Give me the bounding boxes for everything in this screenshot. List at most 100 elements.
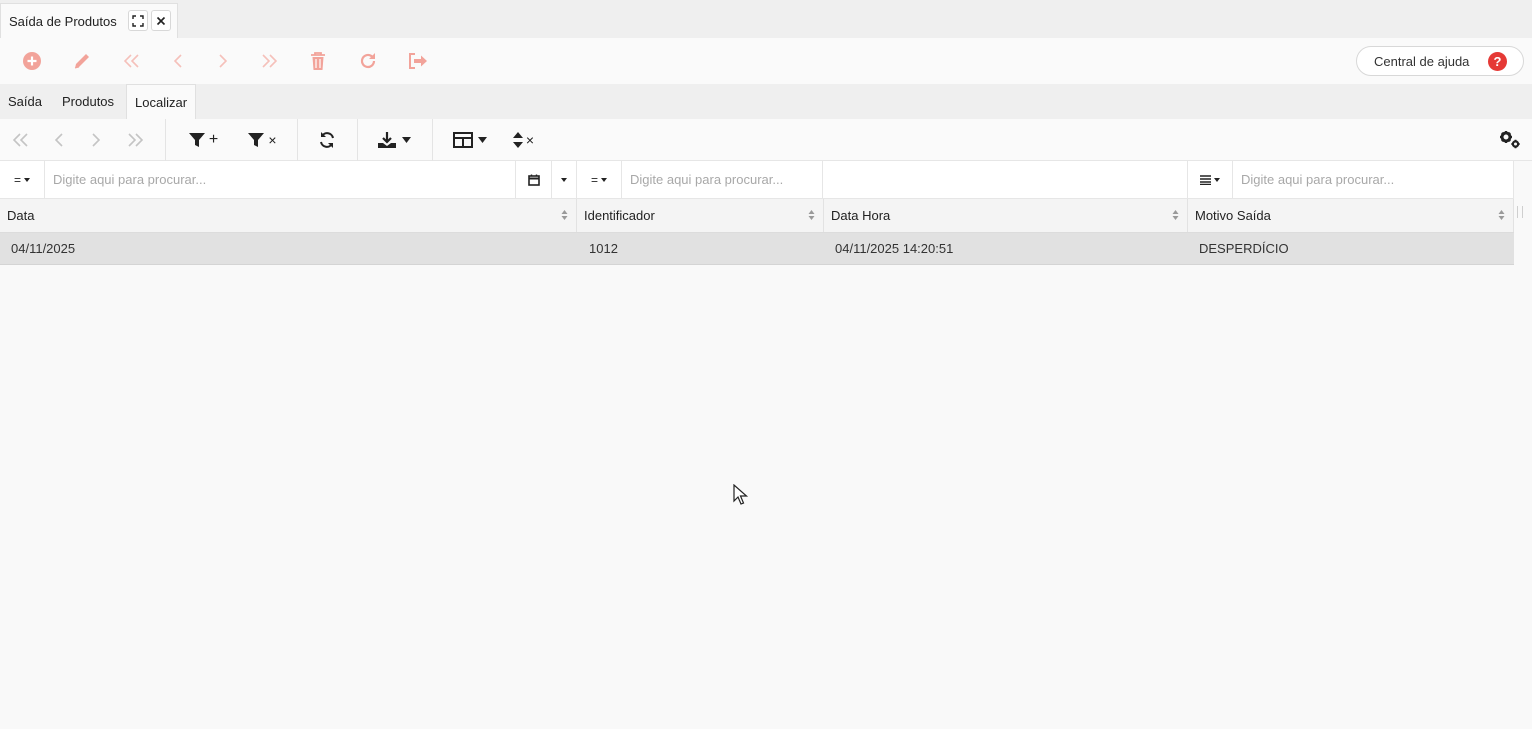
clear-filter-button[interactable]: ×	[244, 127, 280, 153]
sort-icon	[1172, 210, 1179, 220]
grid-previous-page-button[interactable]	[50, 127, 68, 153]
data-filter-operator[interactable]: =	[0, 161, 45, 198]
chevron-right-icon	[92, 133, 101, 147]
reload-button[interactable]	[355, 48, 381, 74]
chevron-left-icon	[54, 133, 63, 147]
grid-first-page-button[interactable]	[10, 127, 32, 153]
filter-icon	[188, 133, 205, 147]
grid-last-page-button[interactable]	[124, 127, 146, 153]
clear-sort-button[interactable]: ×	[508, 127, 538, 153]
add-filter-button[interactable]: +	[184, 127, 222, 153]
tab-saida[interactable]: Saída	[8, 84, 42, 119]
close-icon: ×	[268, 132, 277, 148]
caret-down-icon	[478, 137, 487, 143]
table-icon	[453, 132, 473, 148]
close-icon: ×	[525, 132, 535, 148]
download-icon	[378, 132, 396, 148]
last-record-button[interactable]	[256, 48, 282, 74]
first-record-button[interactable]	[119, 48, 145, 74]
column-header-data-hora[interactable]: Data Hora	[824, 199, 1188, 232]
toolbar-divider	[357, 119, 358, 161]
column-header-label: Data Hora	[831, 208, 891, 223]
data-filter-cell	[45, 161, 515, 198]
double-chevron-right-icon	[262, 54, 278, 68]
cell-motivo-saida: DESPERDÍCIO	[1199, 241, 1289, 256]
identificador-search-input[interactable]	[622, 161, 822, 198]
chevron-left-icon	[173, 54, 182, 68]
pencil-icon	[74, 54, 89, 69]
sort-icon	[808, 210, 815, 220]
add-button[interactable]	[19, 48, 45, 74]
maximize-icon[interactable]	[128, 10, 148, 31]
caret-down-icon	[402, 137, 411, 143]
trash-icon	[311, 52, 325, 70]
mouse-cursor-icon	[733, 484, 749, 505]
previous-record-button[interactable]	[165, 48, 191, 74]
sort-icon	[561, 210, 568, 220]
grid-settings-button[interactable]	[1497, 127, 1523, 153]
equals-operator: =	[13, 172, 21, 187]
date-dropdown-button[interactable]	[552, 161, 577, 198]
filter-divider	[822, 161, 823, 198]
tab-localizar[interactable]: Localizar	[126, 84, 197, 119]
filter-divider	[1513, 161, 1514, 198]
form-tabs: Saída Produtos Localizar	[0, 84, 1532, 119]
motivo-filter-operator[interactable]	[1188, 161, 1233, 198]
identificador-filter-operator[interactable]: =	[577, 161, 622, 198]
identificador-filter-cell	[622, 161, 822, 198]
edit-button[interactable]	[69, 48, 95, 74]
plus-circle-icon	[23, 52, 41, 70]
grid-next-page-button[interactable]	[87, 127, 105, 153]
plus-icon: +	[208, 131, 219, 148]
calendar-button[interactable]	[516, 161, 552, 198]
sort-icon	[512, 132, 523, 148]
filter-icon	[248, 133, 265, 147]
exit-button[interactable]	[405, 48, 431, 74]
motivo-search-input[interactable]	[1233, 161, 1513, 198]
motivo-filter-cell	[1233, 161, 1513, 198]
toolbar-divider	[432, 119, 433, 161]
double-chevron-left-icon	[123, 54, 139, 68]
equals-operator: =	[590, 172, 598, 187]
cell-data: 04/11/2025	[11, 241, 76, 256]
calendar-icon	[527, 174, 540, 186]
window-tab-saida-de-produtos[interactable]: Saída de Produtos	[0, 3, 178, 38]
help-center-label: Central de ajuda	[1374, 53, 1470, 69]
help-center-button[interactable]: Central de ajuda ?	[1356, 46, 1524, 76]
sync-icon	[320, 132, 334, 148]
grid-refresh-button[interactable]	[316, 127, 338, 153]
window-tab-title: Saída de Produtos	[9, 13, 117, 29]
column-layout-button[interactable]	[452, 127, 488, 153]
chevron-right-icon	[219, 54, 228, 68]
sort-icon	[1498, 210, 1505, 220]
question-icon: ?	[1488, 52, 1507, 71]
column-header-data[interactable]: Data	[0, 199, 577, 232]
column-header-label: Data	[7, 208, 35, 223]
action-toolbar: Central de ajuda ?	[0, 38, 1532, 84]
column-header-label: Identificador	[584, 208, 655, 223]
data-search-input[interactable]	[45, 161, 515, 198]
caret-down-icon	[24, 177, 30, 182]
next-record-button[interactable]	[210, 48, 236, 74]
grid-toolbar: + × ×	[0, 119, 1532, 161]
refresh-icon	[360, 53, 376, 69]
column-resize-handle[interactable]	[1517, 206, 1523, 218]
caret-down-icon	[1214, 177, 1220, 182]
toolbar-divider	[297, 119, 298, 161]
export-button[interactable]	[376, 127, 412, 153]
toolbar-divider	[165, 119, 166, 161]
tab-produtos[interactable]: Produtos	[62, 84, 114, 119]
close-tab-icon[interactable]	[151, 10, 171, 31]
grid-header-row: Data Identificador Data Hora Motivo Saíd…	[0, 199, 1514, 233]
caret-down-icon	[601, 177, 607, 182]
table-row[interactable]: 04/11/2025 1012 04/11/2025 14:20:51 DESP…	[0, 233, 1514, 265]
list-icon	[1200, 174, 1211, 185]
column-header-motivo-saida[interactable]: Motivo Saída	[1188, 199, 1514, 232]
double-chevron-left-icon	[12, 133, 28, 147]
gears-icon	[1500, 131, 1520, 149]
cell-identificador: 1012	[589, 241, 618, 256]
delete-button[interactable]	[305, 48, 331, 74]
cell-data-hora: 04/11/2025 14:20:51	[835, 241, 954, 256]
column-header-label: Motivo Saída	[1195, 208, 1271, 223]
column-header-identificador[interactable]: Identificador	[577, 199, 824, 232]
